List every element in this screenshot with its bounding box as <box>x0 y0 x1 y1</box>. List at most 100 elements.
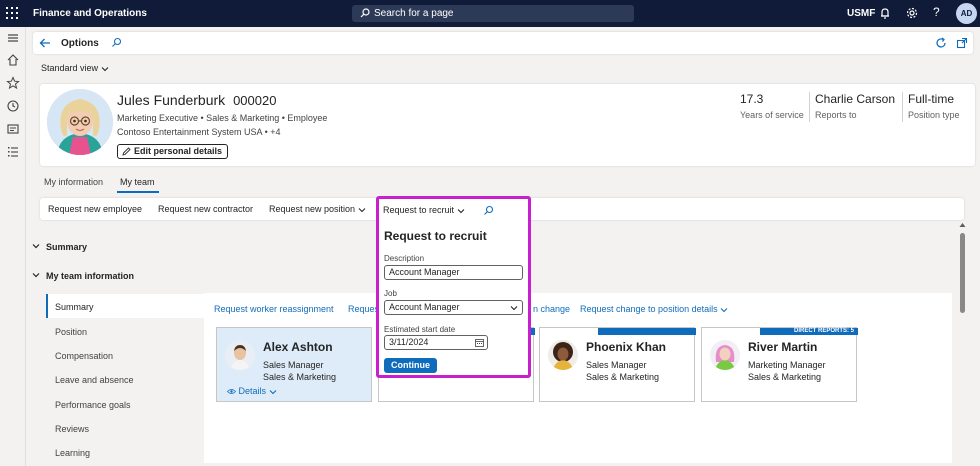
chevron-down-icon <box>457 208 464 213</box>
person-department: Sales & Marketing <box>748 372 822 382</box>
chevron-down-icon[interactable] <box>32 242 40 250</box>
employee-id: 000020 <box>233 93 277 108</box>
person-department: Sales & Marketing <box>263 372 337 382</box>
home-icon[interactable] <box>6 53 20 67</box>
chevron-down-icon <box>358 207 365 212</box>
user-avatar[interactable]: AD <box>956 3 977 24</box>
person-photo <box>225 340 255 370</box>
global-search-input[interactable]: Search for a page <box>352 5 634 22</box>
edit-personal-details-button[interactable]: Edit personal details <box>117 144 228 159</box>
scroll-up-arrow-icon[interactable] <box>959 222 966 228</box>
request-to-recruit-flyout: Request to recruit Request to recruit De… <box>376 196 531 378</box>
request-new-contractor-button[interactable]: Request new contractor <box>158 204 253 214</box>
page-scrollbar-thumb[interactable] <box>960 233 965 313</box>
request-to-recruit-label: Request to recruit <box>383 205 455 215</box>
request-to-recruit-menu-button[interactable]: Request to recruit <box>383 205 465 215</box>
chevron-down-icon <box>510 306 518 311</box>
details-toggle[interactable]: Details <box>226 386 277 396</box>
pencil-icon <box>122 147 131 156</box>
view-selector[interactable]: Standard view <box>41 63 109 73</box>
bell-icon[interactable] <box>878 6 892 20</box>
employee-name-row: Jules Funderburk 000020 <box>117 92 276 108</box>
request-new-employee-button[interactable]: Request new employee <box>48 204 142 214</box>
subnav-item-performance-goals[interactable]: Performance goals <box>55 400 131 410</box>
star-icon[interactable] <box>6 76 20 90</box>
details-label: Details <box>238 386 267 396</box>
open-in-new-window-icon[interactable] <box>956 37 968 49</box>
position-type-label: Position type <box>908 110 960 120</box>
position-type-value: Full-time <box>908 92 955 106</box>
app-title: Finance and Operations <box>33 8 147 19</box>
subnav-item-learning[interactable]: Learning <box>55 448 90 458</box>
direct-reports-badge: DIRECT REPORTS: 5 <box>793 328 854 334</box>
person-title: Marketing Manager <box>748 360 826 370</box>
person-title: Sales Manager <box>263 360 324 370</box>
subnav-item-summary[interactable]: Summary <box>55 302 94 312</box>
person-department: Sales & Marketing <box>586 372 660 382</box>
page-title: Options <box>61 38 99 49</box>
action-bar: Options <box>33 32 973 54</box>
employee-photo <box>47 89 113 155</box>
chevron-down-icon <box>269 389 276 394</box>
search-icon[interactable] <box>111 37 122 48</box>
edit-button-label: Edit personal details <box>134 146 223 156</box>
continue-button[interactable]: Continue <box>384 358 437 373</box>
request-new-position-label: Request new position <box>269 204 356 214</box>
workspaces-icon[interactable] <box>6 122 20 136</box>
person-card-phoenix-khan[interactable]: Phoenix Khan Sales Manager Sales & Marke… <box>539 327 696 402</box>
request-change-position-details-label: Request change to position details <box>580 304 718 314</box>
subnav-item-position[interactable]: Position <box>55 327 87 337</box>
job-label: Job <box>384 289 397 298</box>
tab-my-team[interactable]: My team <box>120 177 155 187</box>
person-name: Phoenix Khan <box>586 340 667 354</box>
reports-to-label: Reports to <box>815 110 857 120</box>
employee-role-line: Marketing Executive • Sales & Marketing … <box>117 113 328 123</box>
clock-icon[interactable] <box>6 99 20 113</box>
request-truncated-link[interactable]: Reques <box>348 304 379 314</box>
back-arrow-icon[interactable] <box>39 37 51 49</box>
employee-company-line: Contoso Entertainment System USA • +4 <box>117 127 281 137</box>
search-icon[interactable] <box>483 205 494 216</box>
stat-divider <box>902 92 903 122</box>
description-field[interactable]: Account Manager <box>384 265 523 280</box>
job-select[interactable]: Account Manager <box>384 300 523 315</box>
team-information-section-header[interactable]: My team information <box>46 271 134 281</box>
reports-to-value[interactable]: Charlie Carson <box>815 92 895 106</box>
help-icon[interactable]: ? <box>933 5 947 19</box>
hamburger-icon[interactable] <box>6 31 20 45</box>
chevron-down-icon <box>720 307 728 312</box>
job-selected-value: Account Manager <box>389 302 460 312</box>
summary-section-header[interactable]: Summary <box>46 242 87 252</box>
view-label: Standard view <box>41 63 99 73</box>
gear-icon[interactable] <box>905 6 919 20</box>
person-card-alex-ashton[interactable]: Alex Ashton Sales Manager Sales & Market… <box>216 327 372 402</box>
subnav-item-leave-and-absence[interactable]: Leave and absence <box>55 375 134 385</box>
chevron-down-icon <box>101 66 108 71</box>
description-label: Description <box>384 254 425 263</box>
company-selector[interactable]: USMF <box>847 8 875 19</box>
eye-icon <box>226 389 237 395</box>
tab-my-information[interactable]: My information <box>44 177 103 187</box>
left-navigation <box>0 27 26 466</box>
start-date-value: 3/11/2024 <box>389 337 429 347</box>
estimated-start-date-field[interactable]: 3/11/2024 <box>384 335 488 350</box>
subnav-item-compensation[interactable]: Compensation <box>55 351 113 361</box>
person-card-river-martin[interactable]: DIRECT REPORTS: 5 River Martin Marketing… <box>701 327 858 402</box>
request-worker-reassignment-link[interactable]: Request worker reassignment <box>214 304 334 314</box>
employee-name: Jules Funderburk <box>117 92 226 108</box>
request-change-to-position-details-link[interactable]: Request change to position details <box>580 304 728 314</box>
flyout-title: Request to recruit <box>384 229 487 243</box>
request-position-change-link[interactable]: n change <box>533 304 570 314</box>
request-new-position-button[interactable]: Request new position <box>269 204 366 214</box>
person-title: Sales Manager <box>586 360 647 370</box>
refresh-icon[interactable] <box>935 37 947 49</box>
subnav-item-reviews[interactable]: Reviews <box>55 424 89 434</box>
stat-divider <box>809 92 810 122</box>
person-name: Alex Ashton <box>263 340 333 354</box>
waffle-icon[interactable] <box>6 7 18 19</box>
chevron-down-icon[interactable] <box>32 271 40 279</box>
person-photo <box>548 340 578 370</box>
calendar-icon[interactable] <box>475 338 484 347</box>
years-of-service-label: Years of service <box>740 110 804 120</box>
modules-list-icon[interactable] <box>6 145 20 159</box>
